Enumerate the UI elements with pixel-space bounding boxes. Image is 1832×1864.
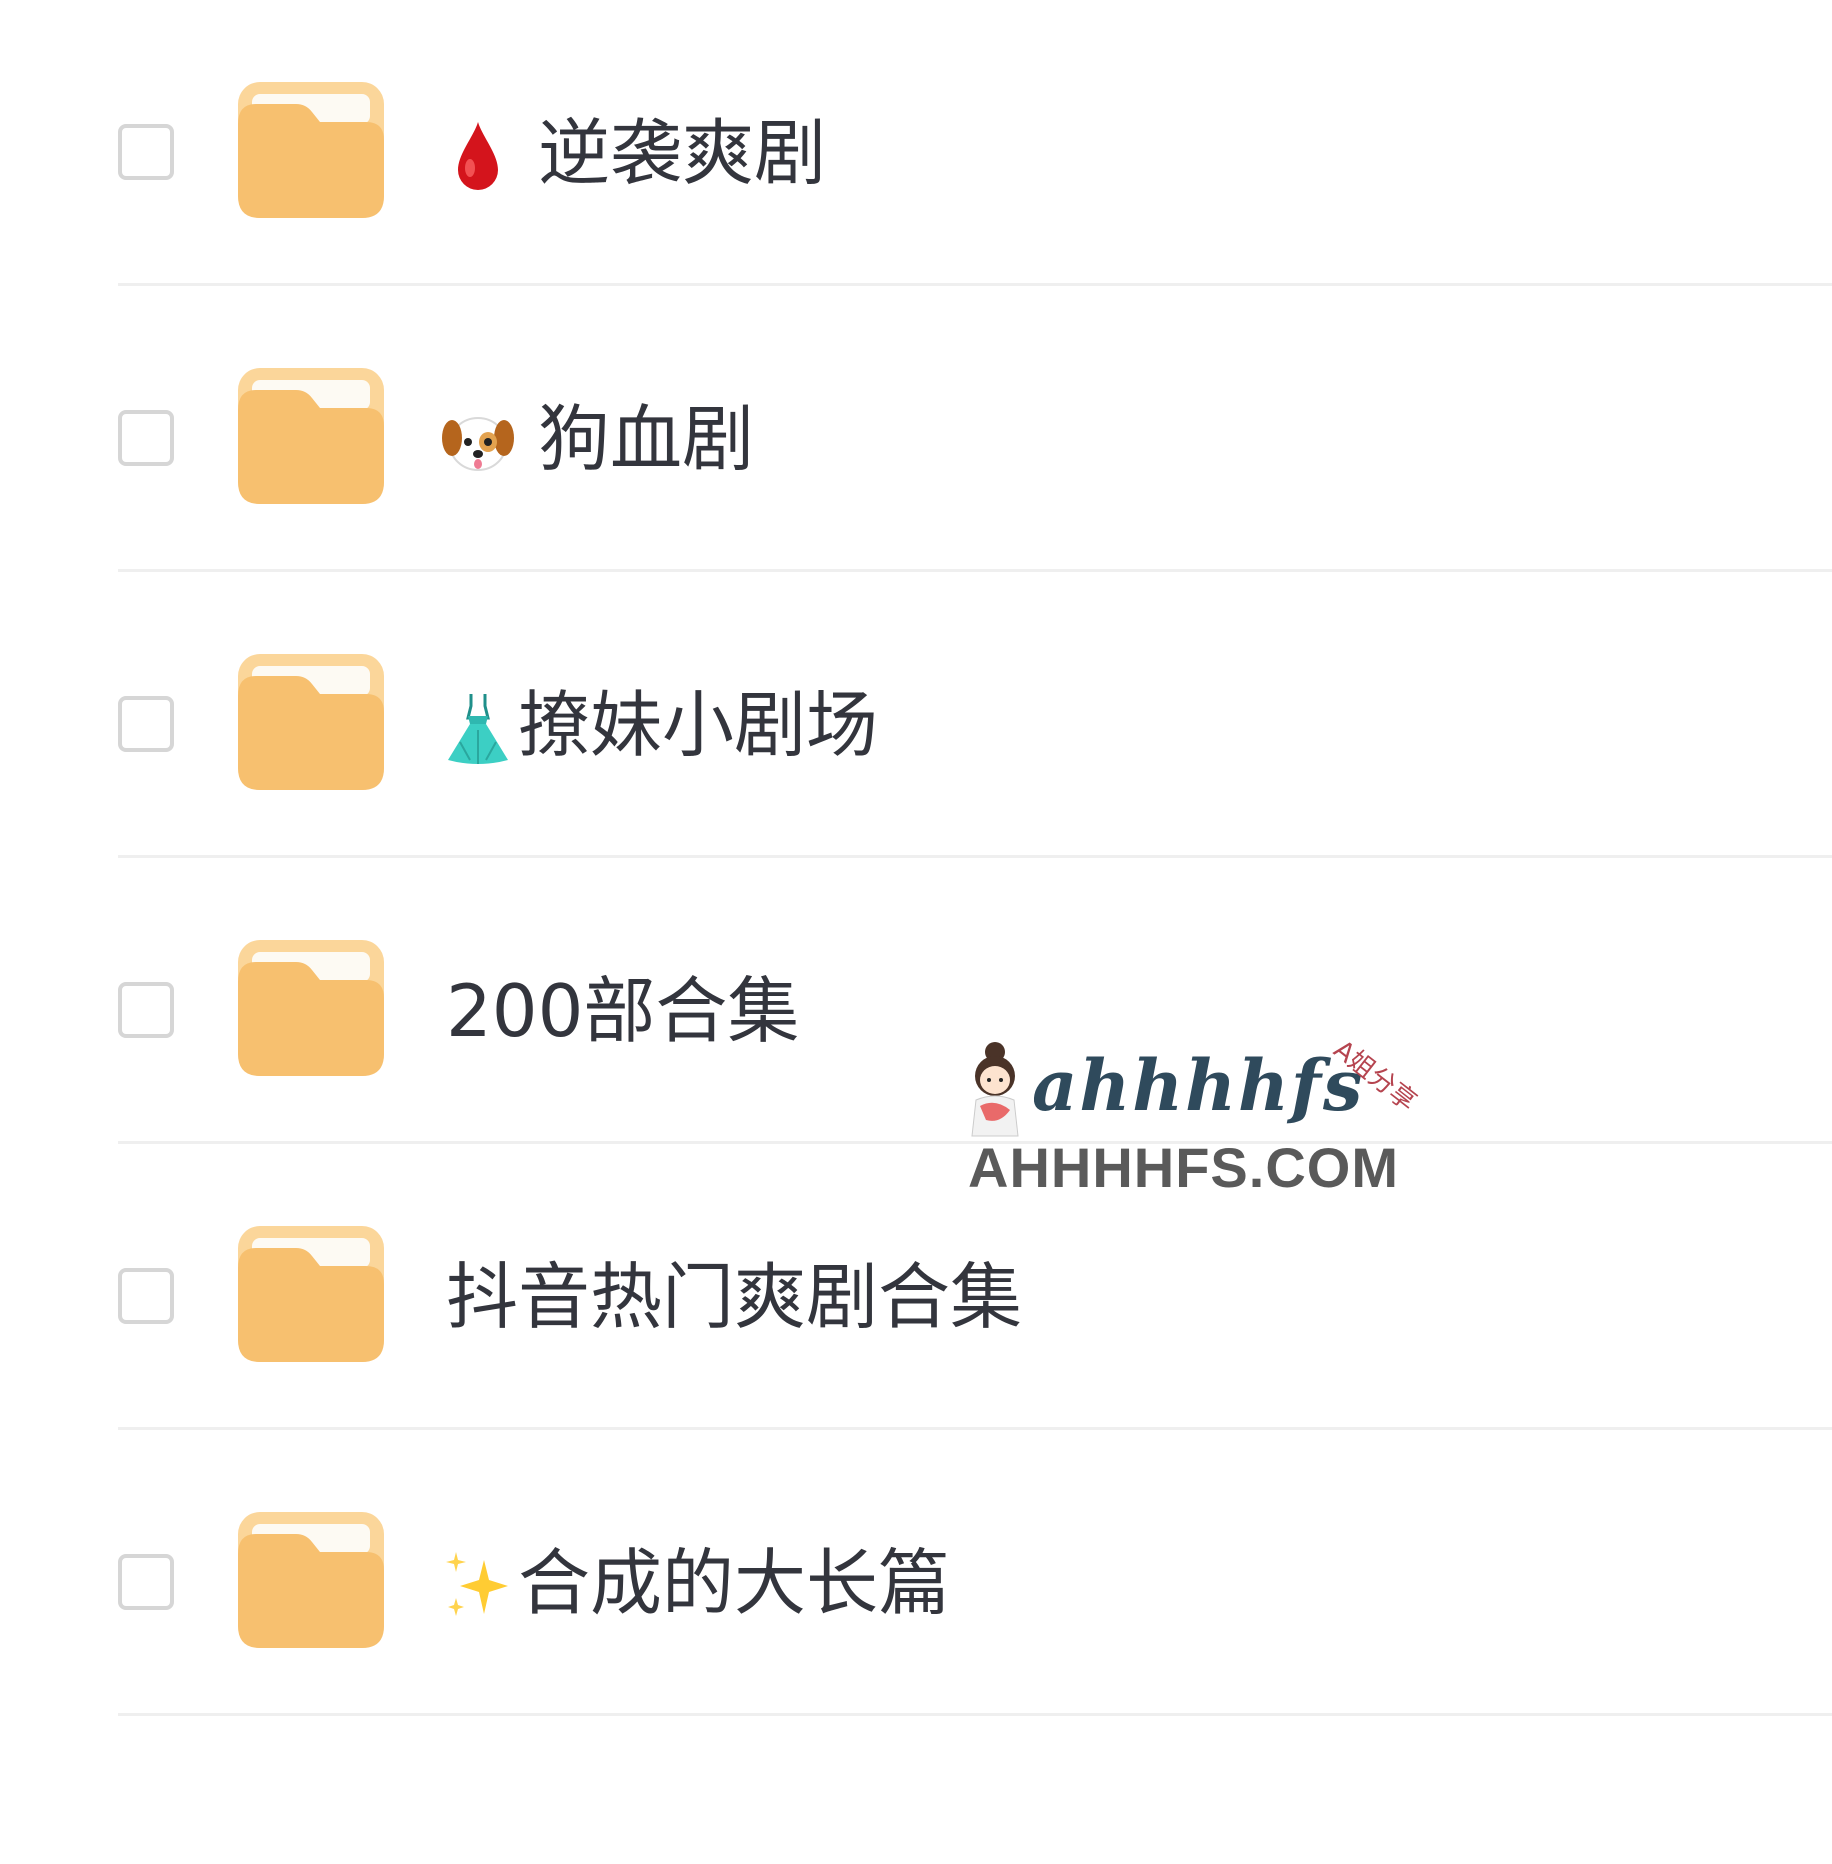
select-checkbox[interactable] [118,1554,174,1610]
select-checkbox[interactable] [118,1268,174,1324]
list-item[interactable]: 200部合集 [0,858,1832,1144]
select-checkbox[interactable] [118,410,174,466]
folder-name: 200部合集 [446,969,800,1053]
folder-icon [238,940,384,1076]
folder-name: 逆袭爽剧 [538,111,827,195]
list-item[interactable]: 抖音热门爽剧合集 [0,1144,1832,1430]
folder-icon [238,1512,384,1648]
sparkles-icon [446,1552,508,1616]
watermark-logo: ahhhhfs [1032,1044,1365,1127]
drop-of-blood-icon [458,122,498,190]
list-item[interactable]: 逆袭爽剧 [0,0,1832,286]
list-item[interactable]: 合成的大长篇 [0,1430,1832,1716]
folder-name: 撩妹小剧场 [518,683,879,767]
folder-icon [238,1226,384,1362]
select-checkbox[interactable] [118,124,174,180]
folder-name: 合成的大长篇 [518,1541,951,1625]
list-item[interactable]: 撩妹小剧场 [0,572,1832,858]
folder-icon [238,654,384,790]
list-item[interactable]: 狗血剧 [0,286,1832,572]
dress-icon [448,694,508,764]
watermark-domain: AHHHHFS.COM [968,1136,1399,1199]
select-checkbox[interactable] [118,982,174,1038]
folder-name: 狗血剧 [538,397,755,481]
select-checkbox[interactable] [118,696,174,752]
folder-icon [238,82,384,218]
folder-name: 抖音热门爽剧合集 [446,1255,1023,1339]
folder-icon [238,368,384,504]
divider [118,1713,1832,1716]
dog-face-icon [442,417,514,471]
girl-mascot-icon [971,1042,1019,1137]
watermark: ahhhhfs A姐分享 AHHHHFS.COM [960,1010,1430,1200]
